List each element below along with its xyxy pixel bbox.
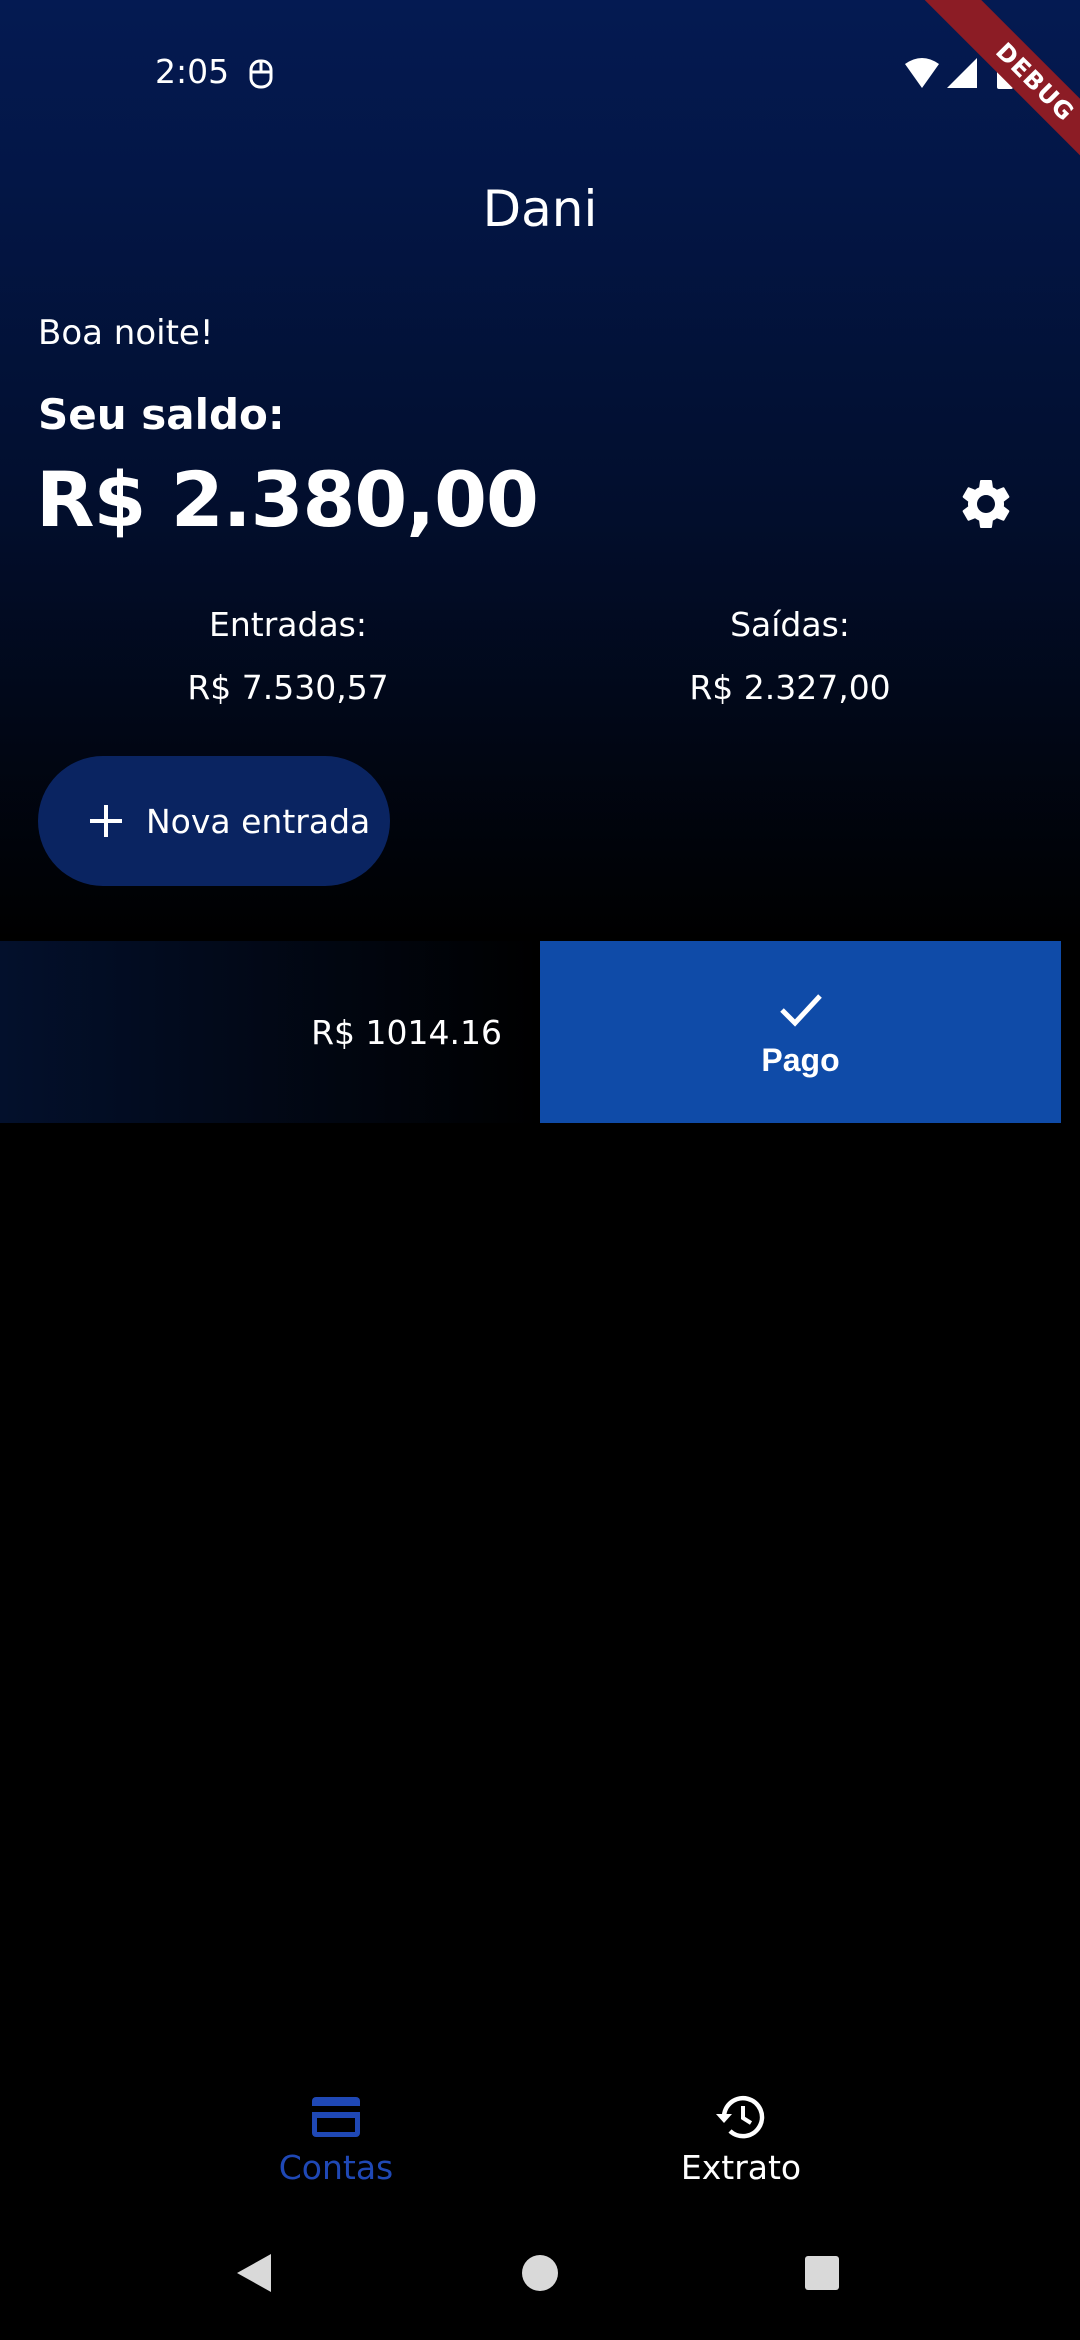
signal-icon	[947, 58, 977, 88]
wifi-icon	[905, 58, 939, 88]
page-title: Dani	[482, 180, 598, 238]
income-summary: Entradas: R$ 7.530,57	[88, 605, 488, 707]
income-value: R$ 7.530,57	[187, 668, 389, 707]
gear-icon[interactable]	[956, 474, 1016, 534]
history-icon	[716, 2095, 765, 2139]
new-entry-button[interactable]: Nova entrada	[38, 756, 390, 886]
bottom-navigation: Contas Extrato	[0, 2080, 1080, 2210]
expense-summary: Saídas: R$ 2.327,00	[590, 605, 990, 707]
new-entry-label: Nova entrada	[146, 801, 371, 841]
nav-item-contas[interactable]: Contas	[206, 2090, 466, 2187]
check-icon	[779, 993, 822, 1027]
income-label: Entradas:	[209, 605, 367, 644]
balance-label: Seu saldo:	[38, 390, 285, 439]
mark-paid-button[interactable]: Pago	[540, 941, 1061, 1123]
status-time: 2:05	[155, 52, 230, 91]
notification-icon	[249, 59, 273, 89]
list-item[interactable]: R$ 1014.16	[0, 941, 540, 1123]
credit-card-icon	[312, 2097, 360, 2137]
plus-icon	[90, 805, 122, 837]
nav-label-extrato: Extrato	[680, 2148, 802, 2187]
balance-value: R$ 2.380,00	[36, 455, 539, 544]
nav-item-extrato[interactable]: Extrato	[611, 2090, 871, 2187]
home-icon[interactable]	[515, 2248, 565, 2298]
recents-icon[interactable]	[797, 2248, 847, 2298]
nav-label-contas: Contas	[278, 2148, 394, 2187]
system-navigation-bar	[0, 2220, 1080, 2330]
status-bar: 2:05	[0, 0, 1080, 150]
greeting-text: Boa noite!	[38, 313, 214, 353]
expense-label: Saídas:	[730, 605, 850, 644]
back-icon[interactable]	[229, 2248, 279, 2298]
list-item-amount: R$ 1014.16	[311, 1013, 502, 1052]
mark-paid-label: Pago	[761, 1041, 840, 1078]
expense-value: R$ 2.327,00	[689, 668, 891, 707]
